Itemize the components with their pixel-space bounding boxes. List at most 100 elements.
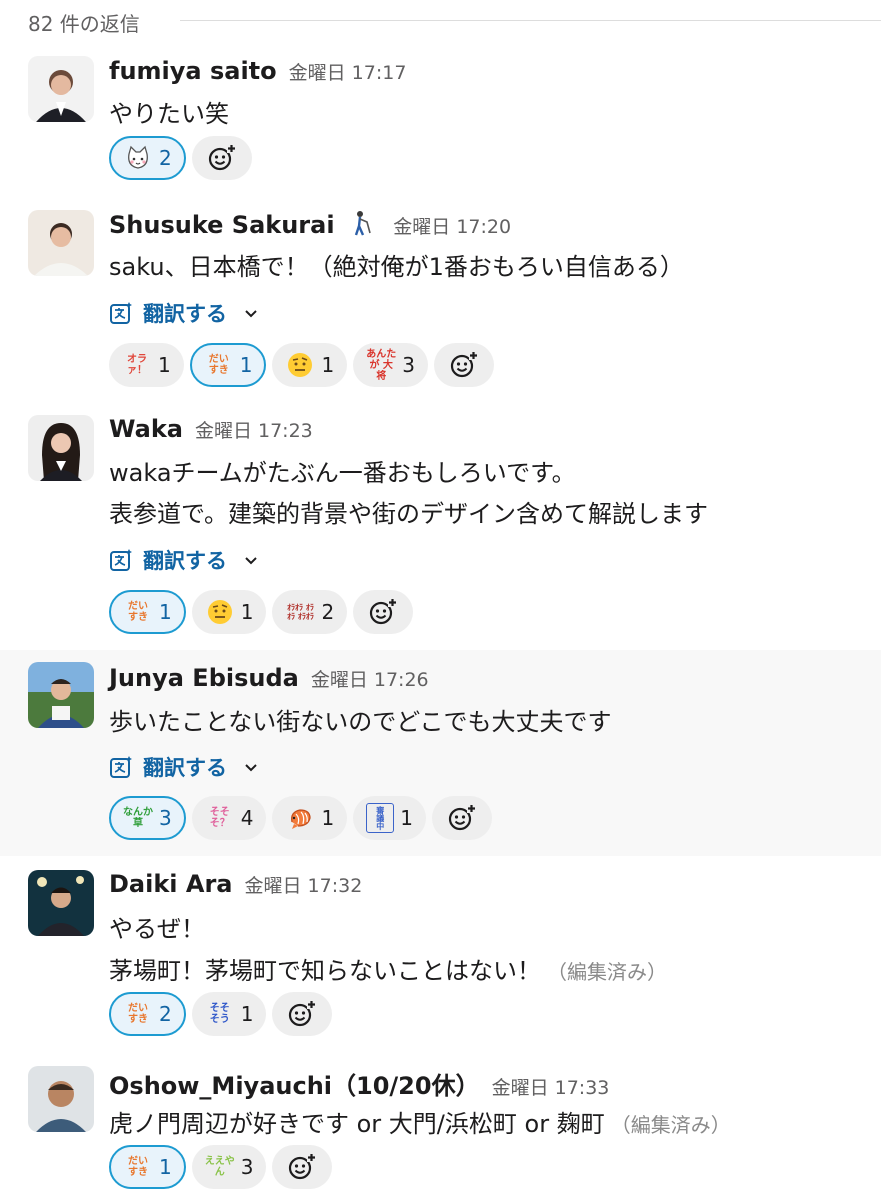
translate-button[interactable]: 翻訳する: [109, 751, 259, 783]
message-junya-ebisuda: Junya Ebisuda 金曜日 17:26 歩いたことない街ないのでどこでも大…: [0, 650, 881, 856]
divider-line: [180, 20, 881, 21]
avatar[interactable]: [28, 870, 94, 936]
message-waka: Waka 金曜日 17:23 wakaチームがたぶん一番おもしろいです。 表参道で…: [0, 405, 881, 650]
add-reaction-button[interactable]: [272, 992, 333, 1036]
add-reaction-button[interactable]: [272, 1145, 333, 1189]
reaction-pill[interactable]: そそ そ？ 4: [191, 796, 267, 840]
add-reaction-button[interactable]: [433, 343, 494, 387]
reaction-bar: だい すき 1 1 ｵﾗｵﾗ ｵﾗｵﾗ ｵﾗｵﾗ 2: [109, 590, 414, 636]
reply-count: 82 件の返信: [28, 12, 140, 36]
translate-button[interactable]: 翻訳する: [109, 297, 259, 329]
author-name[interactable]: fumiya saito 金曜日 17:17: [109, 57, 406, 85]
reaction-count: 2: [321, 600, 335, 624]
add-reaction-button[interactable]: [191, 136, 252, 180]
reaction-count: 2: [159, 1002, 172, 1026]
raised-eyebrow-face-icon: [285, 350, 315, 380]
reaction-pill[interactable]: だい すき 1: [109, 590, 186, 634]
author-name[interactable]: Waka 金曜日 17:23: [109, 415, 313, 443]
author-name[interactable]: Daiki Ara 金曜日 17:32: [109, 870, 362, 898]
add-reaction-icon: [289, 1000, 317, 1027]
daisuki-emoji-icon: だい すき: [208, 354, 229, 376]
daisuki-emoji-icon: だい すき: [128, 1003, 148, 1025]
avatar[interactable]: [28, 210, 94, 276]
reaction-pill[interactable]: ｵﾗｵﾗ ｵﾗｵﾗ ｵﾗｵﾗ 2: [272, 590, 348, 634]
reaction-count: 1: [158, 353, 171, 377]
reaction-pill[interactable]: なんか 草 3: [109, 796, 186, 840]
reaction-bar: だい すき 2 そそ そう 1: [109, 992, 333, 1038]
reaction-pill[interactable]: だい すき 1: [109, 1145, 186, 1189]
reaction-count: 3: [159, 806, 172, 830]
message-shusuke-sakurai: Shusuke Sakurai 金曜日 17:20 saku、日本橋で！（絶対俺…: [0, 200, 881, 405]
reaction-bar: 2: [109, 136, 252, 182]
reaction-bar: なんか 草 3 そそ そ？ 4 1 審議中 1: [109, 796, 492, 842]
ora-ora-emoji-icon: ｵﾗｵﾗ ｵﾗｵﾗ ｵﾗｵﾗ: [287, 603, 314, 621]
reaction-count: 1: [321, 353, 335, 377]
author-name[interactable]: Junya Ebisuda 金曜日 17:26: [109, 664, 429, 692]
translate-label: 翻訳する: [143, 302, 227, 326]
timestamp[interactable]: 金曜日 17:33: [492, 1077, 610, 1099]
reaction-pill[interactable]: ええやん 3: [191, 1145, 267, 1189]
reaction-count: 1: [159, 600, 172, 624]
reaction-count: 1: [239, 353, 253, 377]
add-reaction-icon: [370, 598, 398, 625]
avatar[interactable]: [28, 56, 94, 122]
eeyan-emoji-icon: ええやん: [204, 1156, 235, 1178]
chevron-down-icon[interactable]: [243, 759, 259, 775]
timestamp[interactable]: 金曜日 17:17: [289, 62, 407, 84]
reaction-count: 4: [240, 806, 254, 830]
nanka-kusa-emoji-icon: なんか 草: [123, 807, 153, 829]
reaction-count: 1: [240, 600, 254, 624]
reaction-pill[interactable]: 1: [191, 590, 267, 634]
reaction-count: 1: [240, 1002, 254, 1026]
translate-icon: [110, 549, 132, 571]
reaction-pill[interactable]: 2: [109, 136, 186, 180]
message-oshow-miyauchi: Oshow_Miyauchi（10/20休） 金曜日 17:33 虎ノ門周辺が好き…: [0, 1052, 881, 1200]
message-text-with-edit: 虎ノ門周辺が好きです or 大門/浜松町 or 麹町 （編集済み）: [109, 1104, 731, 1139]
timestamp[interactable]: 金曜日 17:23: [195, 420, 313, 442]
reaction-pill[interactable]: だい すき 2: [109, 992, 186, 1036]
reaction-pill[interactable]: オラ ァ！ 1: [109, 343, 184, 387]
reaction-count: 1: [400, 806, 413, 830]
timestamp[interactable]: 金曜日 17:26: [311, 669, 429, 691]
translate-button[interactable]: 翻訳する: [109, 544, 259, 576]
message-text-with-edit: 茅場町！茅場町で知らないことはない！ （編集済み）: [109, 951, 667, 986]
add-reaction-button[interactable]: [431, 796, 492, 840]
add-reaction-icon: [450, 351, 478, 378]
reaction-pill[interactable]: だい すき 1: [189, 343, 267, 387]
add-reaction-icon: [208, 144, 236, 171]
shingichu-emoji-icon: 審議中: [366, 803, 395, 833]
timestamp[interactable]: 金曜日 17:32: [245, 875, 363, 897]
reaction-pill[interactable]: 1: [272, 796, 348, 840]
reaction-pill[interactable]: あんたが 大将 3: [353, 343, 428, 387]
avatar[interactable]: [28, 415, 94, 481]
message-text: saku、日本橋で！（絶対俺が1番おもろい自信ある）: [109, 253, 684, 281]
translate-icon: [110, 302, 132, 324]
reaction-count: 1: [321, 806, 335, 830]
ora-emoji-icon: オラ ァ！: [127, 354, 147, 376]
reaction-bar: オラ ァ！ 1 だい すき 1 1 あんたが 大将 3: [109, 343, 494, 389]
author-name[interactable]: Oshow_Miyauchi（10/20休） 金曜日 17:33: [109, 1066, 609, 1101]
daisuki-emoji-icon: だい すき: [128, 601, 148, 623]
message-text: 茅場町！茅場町で知らないことはない！: [109, 957, 541, 985]
message-text: wakaチームがたぶん一番おもしろいです。: [109, 459, 576, 487]
avatar[interactable]: [28, 662, 94, 728]
reaction-pill[interactable]: そそ そう 1: [191, 992, 267, 1036]
add-reaction-button[interactable]: [353, 590, 414, 634]
reaction-count: 3: [240, 1155, 254, 1179]
message-text: 虎ノ門周辺が好きです or 大門/浜松町 or 麹町: [109, 1110, 605, 1138]
soso-emoji-icon: そそ そ？: [209, 807, 230, 829]
shrimp-emoji-icon: [285, 803, 315, 833]
reaction-pill[interactable]: 1: [272, 343, 348, 387]
chevron-down-icon[interactable]: [243, 305, 259, 321]
message-text: 表参道で。建築的背景や街のデザイン含めて解説します: [109, 500, 709, 528]
author-name[interactable]: Shusuke Sakurai 金曜日 17:20: [109, 210, 511, 239]
edited-label: （編集済み）: [610, 1113, 731, 1137]
chevron-down-icon[interactable]: [243, 552, 259, 568]
avatar[interactable]: [28, 1066, 94, 1132]
add-reaction-icon: [289, 1153, 317, 1180]
message-daiki-ara: Daiki Ara 金曜日 17:32 やるぜ！ 茅場町！茅場町で知らないことはな…: [0, 856, 881, 1052]
reaction-count: 1: [159, 1155, 172, 1179]
timestamp[interactable]: 金曜日 17:20: [393, 216, 511, 238]
message-text: 歩いたことない街ないのでどこでも大丈夫です: [109, 708, 612, 736]
reaction-pill[interactable]: 審議中 1: [353, 796, 426, 840]
